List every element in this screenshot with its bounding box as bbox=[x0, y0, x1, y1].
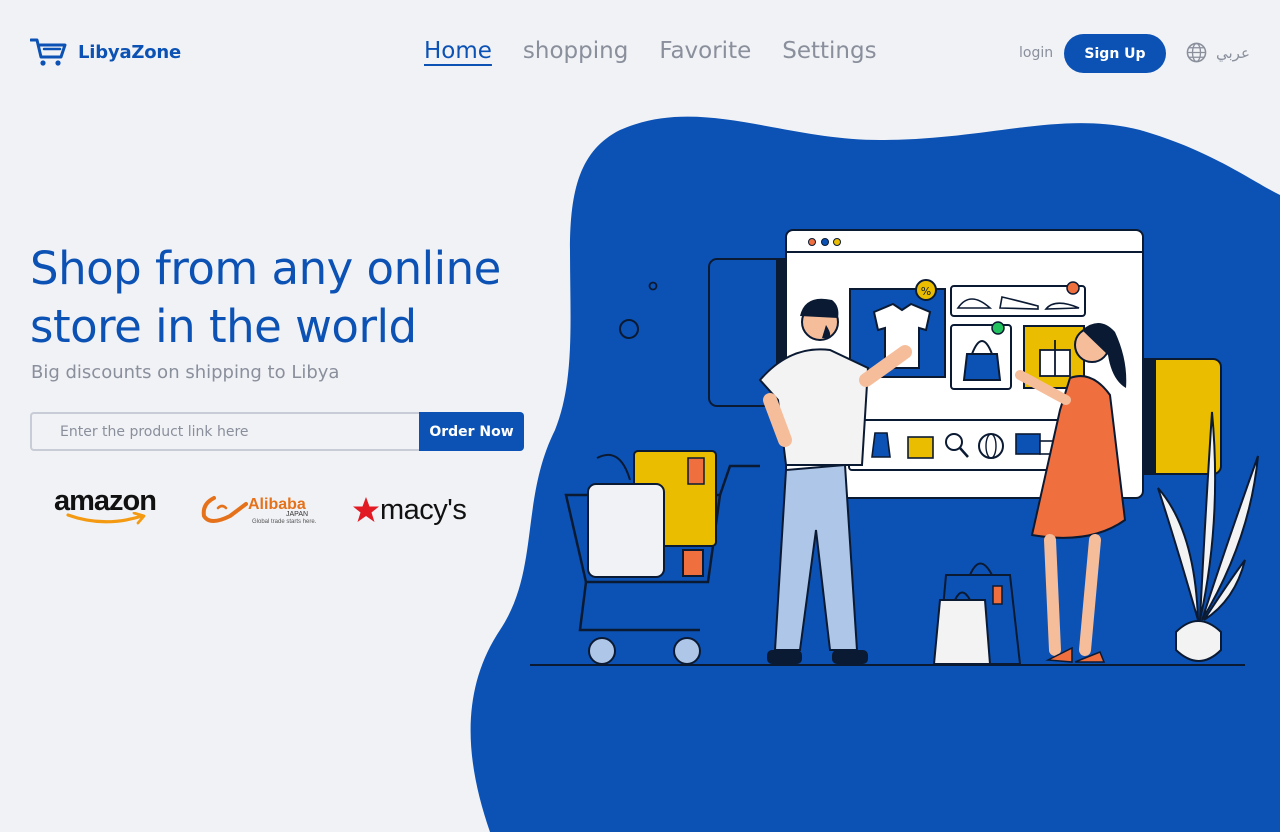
star-icon bbox=[353, 497, 379, 522]
hero-headline: Shop from any online store in the world bbox=[30, 242, 501, 353]
nav-shopping[interactable]: shopping bbox=[523, 38, 628, 64]
nav-favorite[interactable]: Favorite bbox=[659, 38, 751, 64]
language-switcher[interactable]: عربي bbox=[1186, 42, 1250, 63]
amazon-smile-icon bbox=[66, 512, 146, 525]
nav-settings[interactable]: Settings bbox=[782, 38, 876, 64]
alibaba-region: JAPAN bbox=[286, 511, 309, 518]
amazon-logo[interactable]: amazon bbox=[54, 486, 176, 530]
brand-name: LibyaZone bbox=[78, 41, 182, 63]
globe-icon bbox=[1186, 42, 1207, 63]
order-now-button[interactable]: Order Now bbox=[419, 412, 524, 451]
signup-button[interactable]: Sign Up bbox=[1064, 34, 1166, 73]
background-blob bbox=[470, 116, 1280, 832]
svg-text:%: % bbox=[921, 285, 931, 298]
hero-subline: Big discounts on shipping to Libya bbox=[31, 362, 340, 383]
order-form: Order Now bbox=[30, 412, 524, 451]
nav-home[interactable]: Home bbox=[424, 38, 492, 64]
macys-logo[interactable]: macy's bbox=[352, 490, 474, 530]
alibaba-logo[interactable]: Alibaba JAPAN Global trade starts here. bbox=[200, 490, 324, 530]
macys-wordmark: macy's bbox=[380, 493, 467, 526]
language-label: عربي bbox=[1216, 43, 1250, 62]
login-link[interactable]: login bbox=[1019, 45, 1053, 61]
alibaba-swirl-icon bbox=[201, 496, 248, 523]
cart-icon bbox=[30, 38, 67, 66]
alibaba-tagline: Global trade starts here. bbox=[252, 519, 317, 525]
brand-logo[interactable]: LibyaZone bbox=[30, 36, 181, 68]
product-link-input[interactable] bbox=[30, 412, 419, 451]
main-nav: Home shopping Favorite Settings bbox=[424, 38, 877, 64]
